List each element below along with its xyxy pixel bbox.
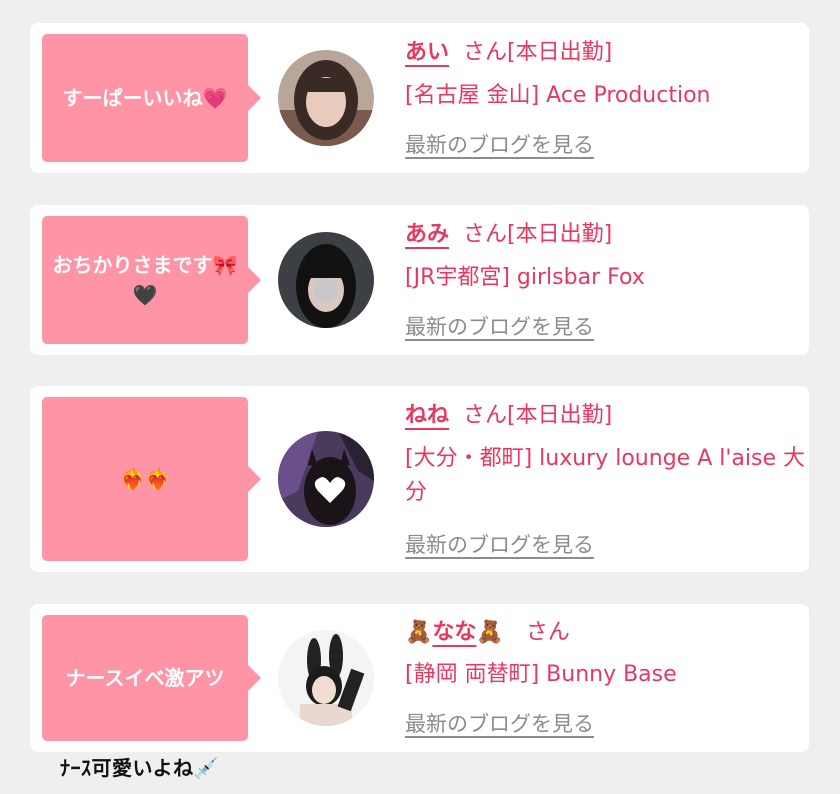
name-suffix: さん[本日出勤] (463, 403, 613, 428)
cast-card: すーぱーいいね💗 あい さん[本日出勤] [名古屋 金山] Ace Product… (30, 23, 809, 173)
store-text: [名古屋 金山] Ace Production (405, 83, 711, 108)
bear-emoji-icon: 🧸 (405, 620, 433, 645)
blog-link[interactable]: 最新のブログを見る (405, 709, 594, 739)
cast-card: ナースイベ激アツ 🧸なな🧸 さん [静岡 両替町] Bunny Base 最新のブ… (30, 604, 809, 752)
name-line: ねね さん[本日出勤] (405, 401, 612, 431)
avatar[interactable] (278, 232, 374, 328)
avatar-photo-icon (278, 431, 374, 527)
store-text: [JR宇都宮] girlsbar Fox (405, 265, 645, 290)
cast-name-link[interactable]: あい (405, 40, 449, 65)
blog-link[interactable]: 最新のブログを見る (405, 130, 594, 160)
cast-name-link[interactable]: ねね (405, 403, 449, 428)
avatar[interactable] (278, 50, 374, 146)
name-suffix: さん (525, 620, 570, 645)
cast-card: ❤️‍🔥❤️‍🔥 ねね さん[本日出勤] [大分・都町] luxury loung… (30, 386, 809, 572)
avatar-photo-icon (278, 630, 374, 726)
message-text: おちかりさまです🎀🖤 (52, 253, 238, 307)
store-text: [静岡 両替町] Bunny Base (405, 662, 677, 687)
avatar[interactable] (278, 630, 374, 726)
avatar-photo-icon (278, 50, 374, 146)
message-bubble: ナースイベ激アツ (42, 615, 261, 741)
bear-emoji-icon: 🧸 (476, 620, 504, 645)
message-text: すーぱーいいね💗 (62, 86, 228, 110)
avatar-photo-icon (278, 232, 374, 328)
cast-name-link[interactable]: あみ (405, 222, 449, 247)
avatar[interactable] (278, 431, 374, 527)
caption-text: ﾅｰｽ可愛いよね💉 (60, 756, 220, 780)
message-bubble: おちかりさまです🎀🖤 (42, 216, 261, 344)
message-text: ナースイベ激アツ (65, 666, 225, 690)
name-suffix: さん[本日出勤] (463, 40, 613, 65)
name-line: あみ さん[本日出勤] (405, 220, 612, 250)
cast-card: おちかりさまです🎀🖤 あみ さん[本日出勤] [JR宇都宮] girlsbar F… (30, 205, 809, 355)
cast-name-link[interactable]: なな (432, 620, 476, 645)
name-line: 🧸なな🧸 さん (405, 618, 570, 648)
name-suffix: さん[本日出勤] (463, 222, 613, 247)
name-line: あい さん[本日出勤] (405, 38, 612, 68)
message-text: ❤️‍🔥❤️‍🔥 (120, 467, 170, 491)
store-text: [大分・都町] luxury lounge A l'aise 大分 (405, 446, 805, 505)
message-bubble: ❤️‍🔥❤️‍🔥 (42, 397, 261, 561)
blog-link[interactable]: 最新のブログを見る (405, 530, 594, 560)
message-bubble: すーぱーいいね💗 (42, 34, 261, 162)
blog-link[interactable]: 最新のブログを見る (405, 312, 594, 342)
